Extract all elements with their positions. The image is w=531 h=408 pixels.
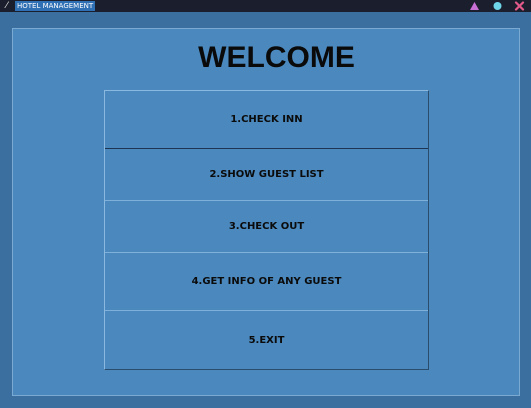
main-menu: 1.CHECK INN 2.SHOW GUEST LIST 3.CHECK OU… [104,90,429,370]
check-in-button[interactable]: 1.CHECK INN [105,91,428,149]
check-out-button[interactable]: 3.CHECK OUT [105,201,428,253]
feather-icon: ⁄ [6,1,8,11]
circle-icon[interactable] [492,1,503,11]
triangle-icon[interactable] [469,1,480,11]
close-x-icon[interactable] [514,1,525,11]
get-guest-info-button[interactable]: 4.GET INFO OF ANY GUEST [105,253,428,311]
welcome-heading: WELCOME [198,41,355,74]
exit-button[interactable]: 5.EXIT [105,311,428,369]
show-guest-list-button[interactable]: 2.SHOW GUEST LIST [105,149,428,201]
window-title: HOTEL MANAGEMENT [15,1,96,11]
title-bar: ⁄ HOTEL MANAGEMENT [0,0,531,12]
